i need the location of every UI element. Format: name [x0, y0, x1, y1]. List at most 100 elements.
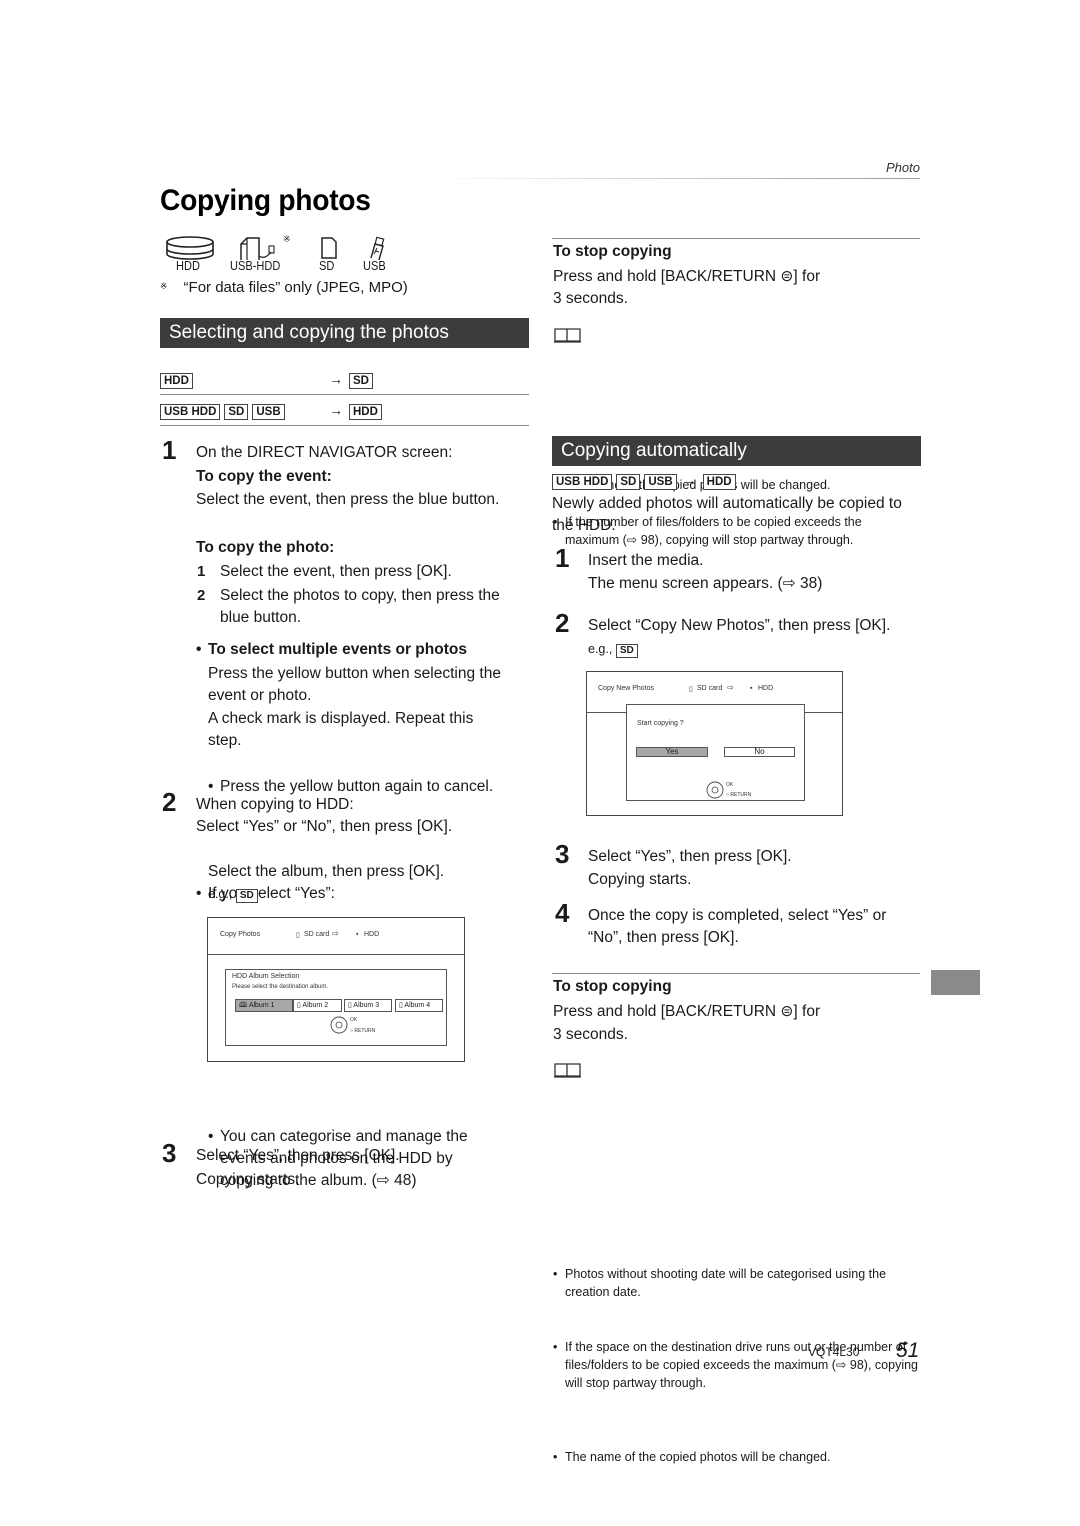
example-label: e.g., SD — [208, 885, 262, 903]
sd-card-icon: ▯ — [689, 686, 693, 693]
auto-step1-line: The menu screen appears. (⇨ 38) — [588, 575, 823, 592]
stop-copying-heading: To stop copying — [553, 978, 672, 995]
divider — [552, 973, 920, 974]
page-title: Copying photos — [160, 184, 371, 217]
stop-copying-text: 3 seconds. — [553, 1026, 628, 1043]
section-banner-auto: Copying automatically — [552, 436, 921, 466]
arrow-right-icon: ⇨ — [727, 683, 734, 692]
remote-dpad-icon — [706, 781, 724, 799]
return-label: ○ RETURN — [726, 792, 752, 798]
screen-title: Copy New Photos — [598, 685, 655, 692]
copy-photo-heading: To copy the photo: — [196, 539, 335, 556]
step-number: 1 — [555, 543, 570, 573]
multi-select-text: Press the yellow button when selecting t… — [208, 665, 501, 704]
screen-title: Copy Photos — [220, 931, 261, 938]
model-code: VQT4L30 — [808, 1345, 860, 1359]
hdd-icon: ▪ — [356, 931, 359, 938]
step2-line: Select “Yes” or “No”, then press [OK]. — [196, 818, 453, 835]
substep-number: 1 — [197, 563, 206, 580]
ok-label: OK — [726, 782, 734, 788]
media-chip: SD — [616, 474, 641, 490]
route-row: USB HDD SD USB → HDD — [552, 472, 740, 490]
album-button[interactable]: ▯ Album 3 — [344, 999, 392, 1012]
route-row: HDD → SD — [160, 364, 529, 395]
auto-step2-line: Select “Copy New Photos”, then press [OK… — [588, 617, 891, 634]
multi-select-heading: To select multiple events or photos — [196, 639, 526, 661]
auto-step3-line: Copying starts. — [588, 871, 692, 888]
header-rule — [430, 178, 920, 179]
media-chip: USB HDD — [160, 404, 221, 420]
route-row: USB HDD SD USB → HDD — [160, 395, 529, 426]
media-icons-row: HDD USB-HDD ※ SD USB — [165, 234, 425, 276]
example-label: e.g., SD — [588, 640, 642, 658]
note-book-icon — [554, 328, 581, 343]
usb-stick-icon: USB — [363, 236, 389, 273]
album-selection-dialog: HDD Album Selection Please select the de… — [225, 969, 447, 1046]
start-copy-dialog: Start copying ? Yes No OK ○ RETURN — [626, 704, 805, 801]
hdd-icon: HDD — [165, 236, 217, 273]
album-button[interactable]: ▯ Album 4 — [395, 999, 443, 1012]
yes-button[interactable]: Yes — [636, 747, 708, 757]
section-banner-selecting: Selecting and copying the photos — [160, 318, 529, 348]
return-label: ○ RETURN — [350, 1028, 376, 1034]
step1-intro: On the DIRECT NAVIGATOR screen: — [196, 444, 453, 461]
arrow-right-icon: ⇨ — [332, 929, 339, 938]
media-chip: SD — [235, 889, 258, 903]
media-chip: HDD — [160, 373, 193, 389]
screen-divider — [208, 954, 464, 955]
step-number: 4 — [555, 898, 570, 928]
no-button[interactable]: No — [724, 747, 795, 757]
media-chip: SD — [615, 644, 638, 658]
auto-step1-line: Insert the media. — [588, 552, 704, 569]
album-icon: 🕮 — [239, 1002, 249, 1009]
media-chip: HDD — [349, 404, 382, 420]
page-number: 51 — [896, 1339, 920, 1362]
step-number: 3 — [162, 1138, 177, 1168]
substep-text: Select the photos to copy, then press th… — [220, 587, 500, 626]
step3-line: Copying starts. — [196, 1171, 300, 1188]
media-chip: USB HDD — [552, 474, 613, 490]
ok-label: OK — [350, 1017, 358, 1023]
media-chip: USB — [252, 404, 285, 420]
hdd-icon: ▪ — [750, 685, 753, 692]
dialog-title: HDD Album Selection — [232, 973, 300, 980]
auto-step4-line: Once the copy is completed, select “Yes”… — [588, 907, 887, 924]
dialog-prompt: Start copying ? — [637, 720, 684, 727]
step-number: 2 — [162, 787, 177, 817]
remote-dpad-icon — [330, 1016, 348, 1034]
screen-copy-new-photos: Copy New Photos ▯ SD card ⇨ ▪ HDD Start … — [586, 671, 843, 816]
substep-text: Select the event, then press [OK]. — [220, 563, 452, 580]
step-number: 3 — [555, 839, 570, 869]
sd-card-icon: ▯ — [296, 932, 300, 939]
screen-source: SD card — [304, 931, 330, 938]
sd-card-icon: SD — [319, 236, 339, 273]
album-button[interactable]: ▯ Album 2 — [293, 999, 342, 1012]
note-item: If the space on the destination drive ru… — [553, 1338, 921, 1392]
stop-copying-text: 3 seconds. — [553, 290, 628, 307]
route-table: HDD → SD USB HDD SD USB → HDD — [160, 364, 529, 426]
divider — [552, 238, 920, 239]
stop-copying-text: Press and hold [BACK/RETURN ⊜] for — [553, 1003, 821, 1020]
dialog-text: Please select the destination album. — [232, 984, 329, 990]
copy-event-text: Select the event, then press the blue bu… — [196, 491, 500, 508]
auto-step3-line: Select “Yes”, then press [OK]. — [588, 848, 792, 865]
media-chip: SD — [224, 404, 249, 420]
screen-source: SD card — [697, 685, 723, 692]
stop-copying-heading: To stop copying — [553, 243, 672, 260]
step2-line: When copying to HDD: — [196, 796, 354, 813]
screen-dest: HDD — [364, 931, 380, 938]
step2-bullet-text: Select the album, then press [OK]. — [208, 863, 445, 880]
album-button[interactable]: 🕮 Album 1 — [235, 999, 293, 1012]
step-number: 2 — [555, 608, 570, 638]
step3-line: Select “Yes”, then press [OK]. — [196, 1147, 400, 1164]
media-chip: USB — [644, 474, 677, 490]
footnote: ※ “For data files” only (JPEG, MPO) — [160, 279, 408, 296]
media-chip: SD — [349, 373, 373, 389]
substep-number: 2 — [197, 587, 206, 604]
auto-step4-line: “No”, then press [OK]. — [588, 929, 739, 946]
stop-copying-text: Press and hold [BACK/RETURN ⊜] for — [553, 268, 821, 285]
copy-event-heading: To copy the event: — [196, 468, 332, 485]
usb-hdd-icon: USB-HDD ※ — [230, 234, 291, 273]
media-chip: HDD — [702, 474, 736, 490]
screen-dest: HDD — [758, 685, 774, 692]
